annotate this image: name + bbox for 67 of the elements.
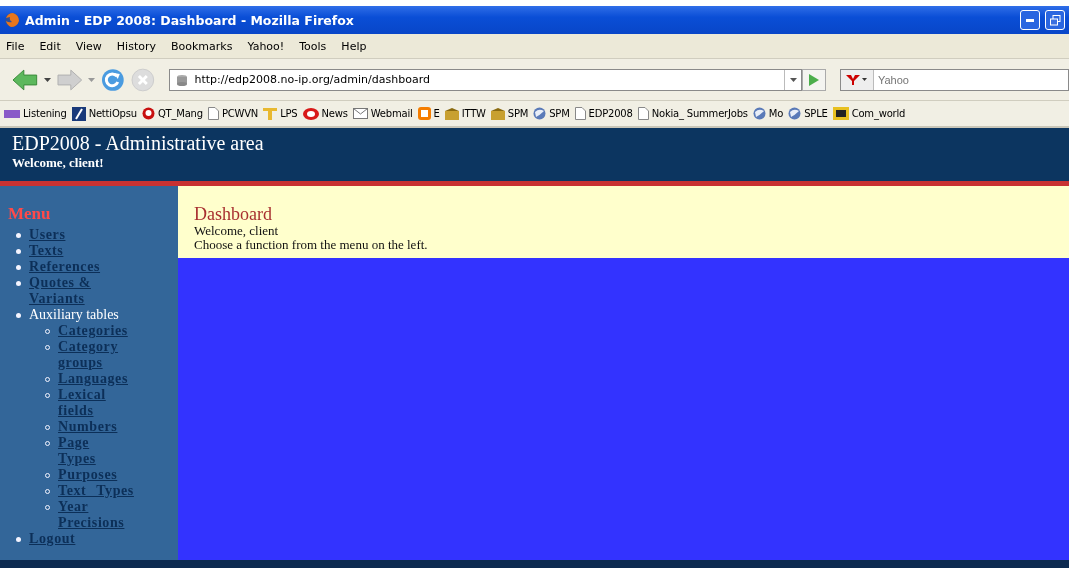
page-icon [637, 107, 649, 120]
bookmark-item[interactable]: E [417, 107, 440, 120]
menu-item[interactable]: File [6, 39, 25, 53]
envelope-icon [352, 108, 368, 119]
bookmark-item[interactable]: SPM [490, 107, 529, 120]
firefox-icon [4, 12, 20, 28]
window-title: Admin - EDP 2008: Dashboard - Mozilla Firefox [25, 12, 354, 28]
minimize-button[interactable] [1020, 10, 1040, 30]
back-arrow-icon[interactable] [12, 68, 38, 91]
menu-item[interactable]: View [75, 39, 102, 53]
menu-item[interactable]: Yahoo! [247, 39, 285, 53]
box-icon [490, 107, 505, 120]
forward-arrow-icon[interactable] [56, 68, 83, 91]
t-shape-icon [263, 106, 278, 121]
bullet-icon [16, 249, 21, 254]
bookmark-item[interactable]: Mo [752, 107, 784, 120]
bookmark-item[interactable]: LPS [263, 106, 298, 121]
block-icon [832, 107, 849, 120]
ring-icon [141, 107, 155, 120]
menu-item[interactable]: Edit [39, 39, 61, 53]
intro-text: Welcome, client [194, 224, 280, 238]
bullet-icon [16, 265, 21, 270]
bookmark-item[interactable]: Nokia_ SummerJobs [637, 107, 748, 120]
caret-icon[interactable] [43, 77, 51, 82]
page-heading: Dashboard [194, 204, 273, 224]
globe-icon [533, 107, 547, 120]
bookmark-item[interactable]: QT_Mang [141, 107, 203, 120]
menu-heading: Menu [8, 203, 52, 225]
bookmark-item[interactable]: Listening [4, 107, 67, 120]
bullet-icon [16, 537, 21, 542]
welcome-text: Welcome, client! [12, 155, 105, 171]
reload-icon[interactable] [101, 67, 125, 92]
oval-icon [302, 107, 319, 120]
globe-icon [752, 107, 766, 120]
bookmark-item[interactable]: ITTW [444, 107, 486, 120]
menu-item[interactable]: Help [341, 39, 367, 53]
box-icon [444, 107, 459, 120]
play-icon [809, 73, 820, 86]
menu-item[interactable]: History [116, 39, 156, 53]
caret-icon [789, 77, 797, 82]
minimize-icon [1026, 18, 1034, 22]
bookmark-item[interactable]: SPLE [788, 107, 828, 120]
menu-item[interactable]: Bookmarks [171, 39, 233, 53]
bookmark-item[interactable]: News [302, 107, 348, 120]
menu-label: Auxiliary tables [29, 307, 120, 323]
bullet-icon [16, 233, 21, 238]
bullet-icon [16, 313, 21, 318]
server-icon [174, 72, 189, 87]
bookmark-item[interactable]: EDP2008 [574, 107, 633, 120]
restore-icon [1049, 14, 1061, 26]
bullet-icon [16, 281, 21, 286]
site-title: EDP2008 - Administrative area [12, 131, 265, 155]
slash-icon [71, 106, 86, 121]
square-icon [417, 107, 431, 120]
menu-item[interactable]: Tools [299, 39, 327, 53]
globe-icon [788, 107, 802, 120]
bookmark-item[interactable]: Com_world [832, 107, 906, 120]
bookmark-item[interactable]: PCWVN [207, 107, 259, 120]
bookmark-item[interactable]: SPM [533, 107, 570, 120]
page-icon [574, 107, 586, 120]
intro-text: Choose a function from the menu on the left. [194, 238, 429, 252]
bookmark-item[interactable]: NettiOpsu [71, 106, 137, 121]
restore-button[interactable] [1045, 10, 1065, 30]
bar-icon [4, 107, 20, 120]
page-icon [207, 107, 219, 120]
address-field[interactable]: http://edp2008.no-ip.org/admin/dashboard [168, 68, 803, 91]
bookmark-item[interactable]: Webmail [352, 108, 413, 119]
